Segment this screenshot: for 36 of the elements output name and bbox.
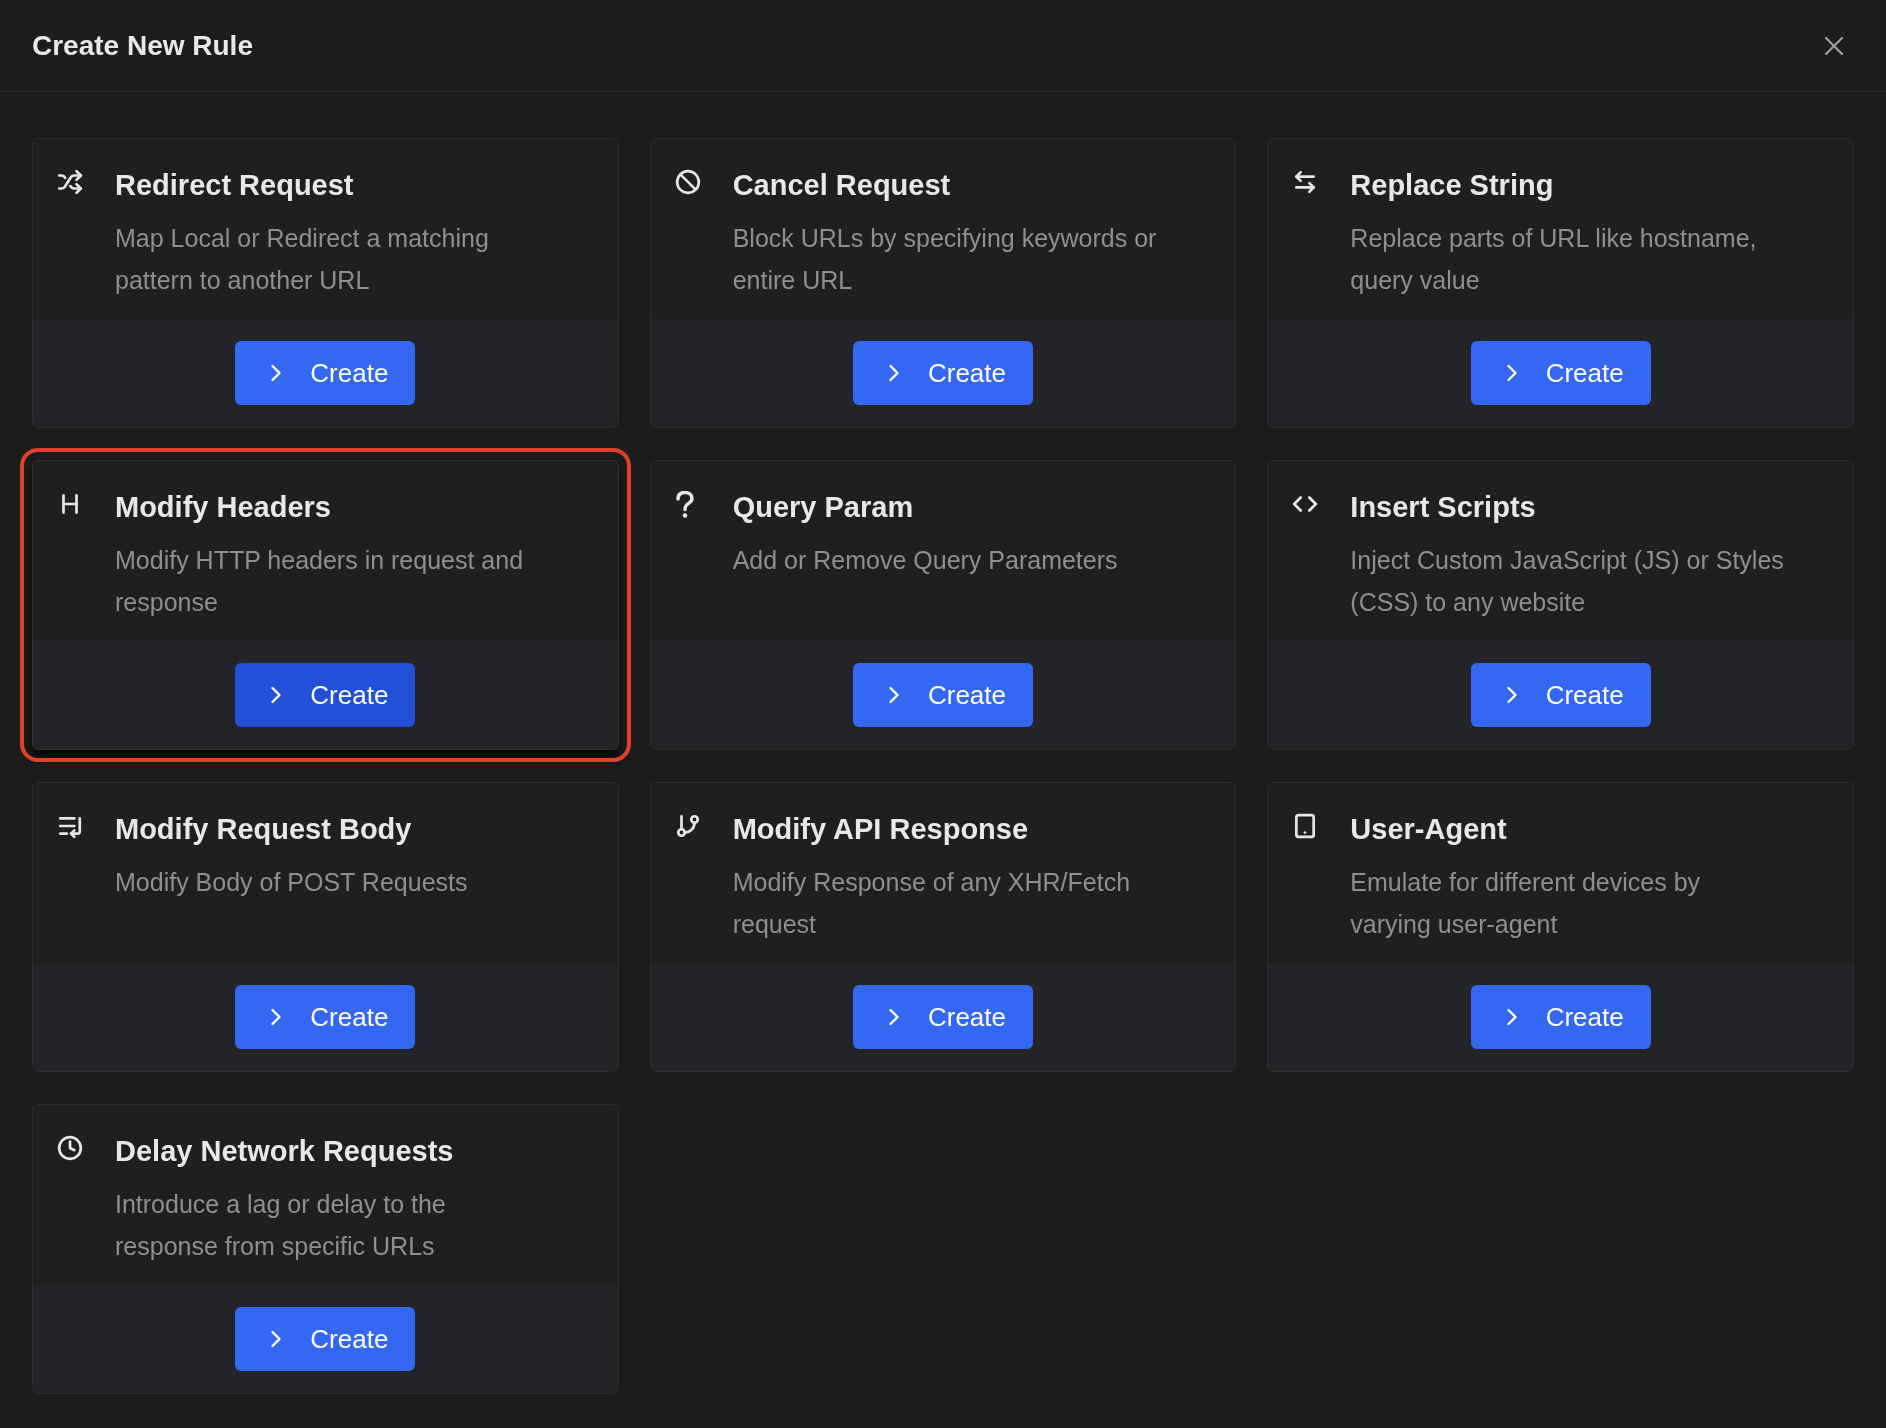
create-button[interactable]: Create [1470,341,1651,405]
create-button[interactable]: Create [853,663,1033,727]
rule-title: Delay Network Requests [115,1134,455,1169]
rule-title: User-Agent [1350,812,1508,847]
rule-description: Add or Remove Query Parameters [732,545,1118,576]
rule-title: Cancel Request [732,168,952,203]
clock-icon [57,1135,83,1161]
rule-description: Map Local or Redirect a matching pattern to another URL [115,223,490,296]
rule-title: Redirect Request [115,168,355,203]
rule-title: Modify Request Body [115,812,413,847]
create-button[interactable]: Create [1470,985,1651,1049]
rule-title: Query Param [732,490,915,525]
branch-icon [674,813,701,839]
create-button[interactable]: Create [235,1307,416,1371]
rule-title: Modify API Response [732,812,1030,847]
rule-description: Block URLs by specifying keywords or entire URL [732,223,1158,296]
create-button[interactable]: Create [1470,663,1651,727]
rule-description: Replace parts of URL like hostname, query value [1350,223,1758,296]
rule-title: Modify Headers [115,490,332,525]
create-button[interactable]: Create [235,985,416,1049]
rule-description: Modify Response of any XHR/Fetch request [732,867,1132,940]
question-mark-icon [674,491,695,519]
rule-title: Replace String [1350,168,1555,203]
create-button[interactable]: Create [853,341,1033,405]
dialog-title: Create New Rule [32,28,253,63]
rule-description: Emulate for different devices by varying user-agent [1350,867,1702,940]
create-button[interactable]: Create [235,663,416,727]
create-button[interactable]: Create [235,341,416,405]
rule-description: Modify HTTP headers in request and response [115,545,525,618]
block-icon [674,169,701,195]
rule-description: Inject Custom JavaScript (JS) or Styles (CSS) to any website [1350,545,1785,618]
rule-title: Insert Scripts [1350,490,1537,525]
shuffle-icon [57,169,83,195]
create-button[interactable]: Create [853,985,1033,1049]
rule-description: Modify Body of POST Requests [115,867,468,898]
rule-description: Introduce a lag or delay to the response from specific URLs [115,1189,447,1262]
